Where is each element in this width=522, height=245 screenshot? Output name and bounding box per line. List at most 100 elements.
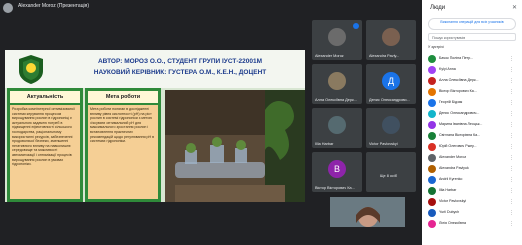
- participant-avatar: В: [328, 160, 346, 178]
- people-row-name: Лілія Олексіївна: [439, 221, 466, 225]
- participant-video: [382, 116, 400, 134]
- mic-off-icon[interactable]: ⋮: [509, 100, 514, 106]
- people-row[interactable]: Марина Іванівна Леоцьк... ⋮: [428, 120, 518, 131]
- mic-off-icon[interactable]: ⋮: [509, 221, 514, 227]
- hydroponics-photo-image: [165, 90, 305, 202]
- avatar: [428, 176, 436, 184]
- people-row[interactable]: Світлана Вікторівна Ка... ⋮: [428, 131, 518, 142]
- slide-header-text: АВТОР: МОРОЗ О.О., СТУДЕНТ ГРУПИ ІУСТ-22…: [60, 56, 300, 78]
- relevance-panel: Актуальність Розробка комп'ютерної оптим…: [7, 88, 83, 202]
- people-row-name: Illia Harbar: [439, 188, 457, 192]
- people-row-name: Бачок Поліна Петр...: [439, 56, 474, 60]
- avatar: [428, 132, 436, 140]
- avatar: [428, 143, 436, 151]
- mic-off-icon[interactable]: ⋮: [509, 199, 514, 205]
- avatar: [428, 220, 436, 228]
- people-row-name: Віктор Вікторович Ка...: [439, 89, 477, 93]
- mic-off-icon[interactable]: ⋮: [509, 166, 514, 172]
- people-row-name: Світлана Вікторівна Ка...: [439, 133, 481, 137]
- mic-off-icon[interactable]: ⋮: [509, 144, 514, 150]
- people-row-name: Alexandra Pavlyuk: [439, 166, 469, 170]
- participant-name: Victor Pavlovskyi: [369, 142, 398, 146]
- people-row-name: Andrii Kyrenko: [439, 177, 463, 181]
- avatar: [428, 198, 436, 206]
- mic-off-icon[interactable]: ⋮: [509, 177, 514, 183]
- participant-name: Алла Олексіївна Дерк...: [315, 98, 357, 102]
- meeting-controls-bar: [0, 227, 420, 245]
- avatar: [428, 165, 436, 173]
- mic-off-icon[interactable]: ⋮: [509, 155, 514, 161]
- people-row[interactable]: Денис Олександрович... ⋮: [428, 109, 518, 120]
- avatar: [428, 110, 436, 118]
- host-controls-button[interactable]: Виконання операцій для всіх учасників: [428, 18, 516, 30]
- avatar: [428, 55, 436, 63]
- people-row[interactable]: Alexander Moroz ⋮: [428, 153, 518, 164]
- people-row-name: Alexander Moroz: [439, 155, 467, 159]
- people-row[interactable]: Алла Олексіївна Дерк... ⋮: [428, 76, 518, 87]
- people-row[interactable]: Victor Pavlovskyi ⋮: [428, 197, 518, 208]
- people-row-name: Юрій Олегович Ржеу...: [439, 144, 477, 148]
- participant-tile[interactable]: Illia Harbar: [312, 108, 362, 148]
- participant-name: Illia Harbar: [315, 142, 334, 146]
- goal-title: Мета роботи: [88, 91, 158, 103]
- mic-off-icon[interactable]: ⋮: [509, 122, 514, 128]
- participant-tile[interactable]: Д Денис Олександрови...: [366, 64, 416, 104]
- avatar: [428, 77, 436, 85]
- people-row-name: Алла Олексіївна Дерк...: [439, 78, 479, 82]
- people-row-name: Yurii Dubych: [439, 210, 460, 214]
- presentation-title: Alexander Moroz (Презентація): [18, 3, 90, 9]
- avatar: [428, 88, 436, 96]
- mic-off-icon[interactable]: ⋮: [509, 210, 514, 216]
- participant-video: [382, 28, 400, 46]
- participant-tile[interactable]: Алла Олексіївна Дерк...: [312, 64, 362, 104]
- participant-tile[interactable]: Alexandra Pavly...: [366, 20, 416, 60]
- people-row[interactable]: Illia Harbar ⋮: [428, 186, 518, 197]
- people-row[interactable]: Георгій Бідзяк ⋮: [428, 98, 518, 109]
- hydroponics-photo: [165, 90, 305, 202]
- mic-off-icon[interactable]: ⋮: [509, 89, 514, 95]
- people-panel-title: Люди: [430, 5, 446, 11]
- participant-name: Alexandra Pavly...: [369, 54, 400, 58]
- people-row[interactable]: Alexandra Pavlyuk ⋮: [428, 164, 518, 175]
- goal-panel: Мета роботи Мета роботи полягає в дослід…: [85, 88, 161, 202]
- shared-slide: АВТОР: МОРОЗ О.О., СТУДЕНТ ГРУПИ ІУСТ-22…: [5, 50, 305, 202]
- people-search-input[interactable]: Пошук користувачів: [428, 33, 516, 41]
- participant-video: [328, 28, 346, 46]
- participant-tile[interactable]: В Віктор Вікторович Ка...: [312, 152, 362, 192]
- people-row[interactable]: Юрій Олегович Ржеу... ⋮: [428, 142, 518, 153]
- participant-tile[interactable]: Alexander Moroz: [312, 20, 362, 60]
- people-row[interactable]: Лілія Олексіївна ⋮: [428, 219, 518, 230]
- people-row[interactable]: Yurii Dubych ⋮: [428, 208, 518, 219]
- mic-off-icon[interactable]: ⋮: [509, 188, 514, 194]
- participant-name: Віктор Вікторович Ка...: [315, 186, 355, 190]
- participant-tile[interactable]: Victor Pavlovskyi: [366, 108, 416, 148]
- speaking-indicator-icon: [353, 23, 359, 29]
- people-row-name: Марина Іванівна Леоцьк...: [439, 122, 483, 126]
- goal-text: Мета роботи полягає в дослідженні впливу…: [88, 105, 158, 199]
- people-row[interactable]: Бачок Поліна Петр... ⋮: [428, 54, 518, 65]
- people-row-name: Денис Олександрович...: [439, 111, 480, 115]
- close-icon[interactable]: ✕: [512, 4, 517, 11]
- mic-off-icon[interactable]: ⋮: [509, 78, 514, 84]
- people-row-name: Георгій Бідзяк: [439, 100, 463, 104]
- participant-video: [328, 116, 346, 134]
- more-participants-tile[interactable]: Ще 8 осіб: [366, 152, 416, 192]
- mic-off-icon[interactable]: ⋮: [509, 56, 514, 62]
- participant-name: Денис Олександрови...: [369, 98, 410, 102]
- people-row[interactable]: Andrii Kyrenko ⋮: [428, 175, 518, 186]
- top-bar: Alexander Moroz (Презентація): [0, 0, 420, 16]
- mic-off-icon[interactable]: ⋮: [509, 67, 514, 73]
- mic-off-icon[interactable]: ⋮: [509, 111, 514, 117]
- in-meeting-section[interactable]: У зустрічі: [428, 43, 516, 52]
- avatar: [428, 99, 436, 107]
- relevance-title: Актуальність: [10, 91, 80, 103]
- people-row-name: Kylyi Anna: [439, 67, 456, 71]
- avatar: [428, 209, 436, 217]
- people-row[interactable]: Kylyi Anna ⋮: [428, 65, 518, 76]
- people-row-name: Victor Pavlovskyi: [439, 199, 467, 203]
- people-row[interactable]: Віктор Вікторович Ка... ⋮: [428, 87, 518, 98]
- university-logo: [19, 55, 43, 84]
- participant-avatar: [328, 72, 346, 90]
- mic-off-icon[interactable]: ⋮: [509, 133, 514, 139]
- avatar: [428, 66, 436, 74]
